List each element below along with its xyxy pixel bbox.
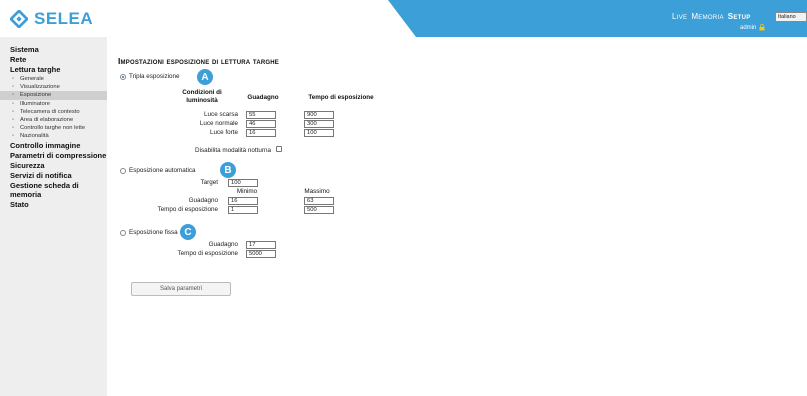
sidebar-item-gestione-scheda[interactable]: Gestione scheda di memoria [0, 181, 107, 199]
target-label: Target [200, 179, 218, 186]
fixed-gain-input[interactable]: 17 [246, 241, 276, 249]
target-input[interactable]: 100 [228, 179, 258, 187]
badge-c: C [180, 224, 196, 240]
sidebar-item-servizi-notifica[interactable]: Servizi di notifica [0, 171, 107, 180]
fixed-exposure-label: Esposizione fissa [129, 229, 178, 236]
header-gain: Guadagno [247, 94, 279, 101]
auto-exposure-option[interactable]: Esposizione automatica [120, 167, 196, 174]
auto-exposure-label: Esposizione automatica [129, 167, 196, 174]
triple-exposure-label: Tripla esposizione [129, 73, 180, 80]
sidebar: Sistema Rete Lettura targhe Generale Vis… [0, 37, 107, 396]
gain-input-luce-normale[interactable]: 46 [246, 120, 276, 128]
gain-input-luce-scarsa[interactable]: 55 [246, 111, 276, 119]
sidebar-subitem-telecamera-contesto[interactable]: Telecamera di contesto [0, 108, 107, 116]
exposure-input-luce-scarsa[interactable]: 900 [304, 111, 334, 119]
fixed-exposure-option[interactable]: Esposizione fissa [120, 229, 178, 236]
row-label-luce-normale: Luce normale [199, 120, 238, 127]
sidebar-subitem-nazionalita[interactable]: Nazionalità [0, 132, 107, 140]
header-conditions: Condizioni di luminosità [182, 89, 222, 104]
sidebar-subitem-illuminatore[interactable]: Illuminatore [0, 100, 107, 108]
night-mode-label: Disabilita modalità notturna [195, 147, 271, 154]
nav-memoria[interactable]: Memoria [691, 12, 723, 21]
auto-gain-label: Guadagno [188, 197, 218, 204]
sidebar-item-lettura-targhe[interactable]: Lettura targhe [0, 65, 107, 74]
exposure-input-luce-normale[interactable]: 300 [304, 120, 334, 128]
badge-a: A [197, 69, 213, 85]
auto-exposure-max-input[interactable]: 500 [304, 206, 334, 214]
username: admin [740, 24, 757, 31]
header: SELEA Live Memoria Setup Italiano admin [0, 0, 807, 37]
sidebar-item-stato[interactable]: Stato [0, 200, 107, 209]
user-info: admin [740, 24, 765, 31]
sidebar-subitem-visualizzazione[interactable]: Visualizzazione [0, 83, 107, 91]
logo[interactable]: SELEA [10, 9, 93, 29]
sidebar-item-sicurezza[interactable]: Sicurezza [0, 161, 107, 170]
sidebar-subitem-esposizione[interactable]: Esposizione [0, 91, 107, 100]
nav-setup[interactable]: Setup [728, 12, 751, 21]
sidebar-subitem-generale[interactable]: Generale [0, 75, 107, 83]
min-header: Minimo [236, 188, 258, 195]
sidebar-subitem-controllo-targhe[interactable]: Controllo targhe non lette [0, 124, 107, 132]
fixed-exposure-time-label: Tempo di esposizione [177, 250, 238, 257]
language-select[interactable]: Italiano [775, 12, 807, 22]
auto-exposure-time-label: Tempo di esposizione [157, 206, 218, 213]
save-button[interactable]: Salva parametri [131, 282, 231, 296]
nav-live[interactable]: Live [672, 12, 687, 21]
badge-b: B [220, 162, 236, 178]
triple-exposure-option[interactable]: Tripla esposizione [120, 73, 180, 80]
lock-icon[interactable] [759, 24, 765, 31]
fixed-exposure-input[interactable]: 5000 [246, 250, 276, 258]
auto-gain-min-input[interactable]: 16 [228, 197, 258, 205]
row-label-luce-forte: Luce forte [209, 129, 238, 136]
row-label-luce-scarsa: Luce scarsa [204, 111, 238, 118]
sidebar-item-rete[interactable]: Rete [0, 55, 107, 64]
triple-exposure-radio[interactable] [120, 73, 126, 80]
fixed-gain-label: Guadagno [208, 241, 238, 248]
sidebar-item-parametri-compressione[interactable]: Parametri di compressione [0, 151, 107, 160]
top-nav: Live Memoria Setup [672, 12, 751, 21]
fixed-exposure-radio[interactable] [120, 229, 126, 236]
sidebar-subitem-area-elaborazione[interactable]: Area di elaborazione [0, 116, 107, 124]
logo-text: SELEA [34, 9, 94, 28]
exposure-input-luce-forte[interactable]: 100 [304, 129, 334, 137]
gain-input-luce-forte[interactable]: 16 [246, 129, 276, 137]
auto-exposure-radio[interactable] [120, 167, 126, 174]
night-mode-checkbox[interactable] [276, 146, 282, 152]
sidebar-item-controllo-immagine[interactable]: Controllo immagine [0, 141, 107, 150]
logo-mark-icon [10, 10, 28, 28]
header-exposure: Tempo di esposizione [308, 94, 374, 101]
page-title: Impostazioni esposizione di lettura targ… [118, 56, 279, 66]
max-header: Massimo [304, 188, 330, 195]
main-content: Impostazioni esposizione di lettura targ… [118, 56, 279, 66]
auto-gain-max-input[interactable]: 63 [304, 197, 334, 205]
auto-exposure-min-input[interactable]: 1 [228, 206, 258, 214]
sidebar-item-sistema[interactable]: Sistema [0, 45, 107, 54]
